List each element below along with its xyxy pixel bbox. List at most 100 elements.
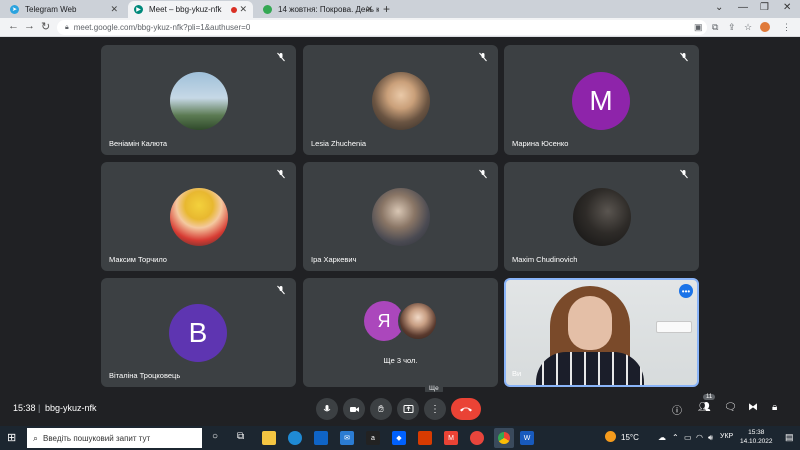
reload-icon[interactable]: ↻ [41,20,50,33]
participant-name: Maxim Chudinovich [512,255,578,264]
language-indicator[interactable]: УКР [720,433,733,440]
close-tab-icon[interactable]: ✕ [365,4,373,15]
participant-tile[interactable]: M Марина Юсенко [504,45,699,155]
participant-tile[interactable]: Lesia Zhuchenia [303,45,498,155]
meeting-time: 15:38 [13,403,36,413]
camera-button[interactable] [343,398,365,420]
amazon-icon[interactable]: a [366,431,380,445]
store-icon[interactable] [314,431,328,445]
browser-toolbar: ← → ↻ 🔒︎ meet.google.com/bbg-ykuz-nfk?pl… [0,18,800,37]
mic-off-icon [680,52,688,62]
forward-icon[interactable]: → [24,20,35,32]
system-clock[interactable]: 15:38 14.10.2022 [740,428,773,446]
avatar: M [572,72,630,130]
tab-title: Meet – bbg-ykuz-nfk [149,5,222,14]
activities-icon[interactable]: ⧓ [748,402,758,413]
cortana-icon[interactable]: ○ [212,431,218,442]
participant-tile[interactable]: Веніамін Калюта [101,45,296,155]
tab-title: 14 жовтня: Покрова. День коза [278,5,379,14]
people-icon[interactable]: 👥︎ [698,402,711,413]
chat-icon[interactable]: 🗨︎ [724,402,737,413]
self-face [568,296,612,350]
menu-dots-icon[interactable]: ⋮ [782,22,791,33]
close-window-icon[interactable]: ✕ [783,2,791,13]
minimize-icon[interactable]: — [738,2,748,13]
tab-calendar[interactable]: 14 жовтня: Покрова. День коза ✕ [257,1,379,18]
volume-icon[interactable]: 🔊︎ [708,433,713,443]
windows-start-icon[interactable]: ⊞ [7,431,16,444]
wifi-icon[interactable]: ◠ [696,433,703,442]
mic-off-icon [479,169,487,179]
taskbar-search-box[interactable]: ⌕ Введіть пошуковий запит тут [27,428,202,448]
translate-icon[interactable]: ⧉ [712,22,718,33]
participant-tile[interactable]: Іра Харкевич [303,162,498,271]
clock-date: 14.10.2022 [740,438,773,445]
file-explorer-icon[interactable] [262,431,276,445]
participant-tile[interactable]: Maxim Chudinovich [504,162,699,271]
new-tab-icon[interactable]: + [383,2,390,16]
more-options-button[interactable]: ⋮ [424,398,446,420]
more-options-icon[interactable]: ••• [679,284,693,298]
tab-search-icon[interactable]: ⌄ [715,2,723,13]
present-button[interactable] [397,398,419,420]
search-icon: ⌕ [33,432,39,443]
maximize-icon[interactable]: ❐ [760,2,769,13]
microphone-button[interactable] [316,398,338,420]
task-view-icon[interactable]: ⧉ [237,431,244,442]
info-icon[interactable]: ⓘ [672,402,682,417]
telegram-icon: ➤ [10,5,19,14]
back-icon[interactable]: ← [8,20,19,32]
close-tab-icon[interactable]: ✕ [110,4,118,15]
clock-time: 15:38 [748,429,765,436]
participant-name: Веніамін Калюта [109,139,168,148]
tab-meet[interactable]: ▶ Meet – bbg-ykuz-nfk ✕ [128,1,253,18]
camera-icon [349,407,359,412]
meet-icon: ▶ [134,5,143,14]
share-icon[interactable]: ⇪ [728,22,736,33]
office-icon[interactable] [418,431,432,445]
address-bar[interactable]: 🔒︎ meet.google.com/bbg-ykuz-nfk?pli=1&au… [57,20,707,35]
more-participants-tile[interactable]: Я Ще 3 чол. [303,278,498,387]
edge-icon[interactable] [288,431,302,445]
word-icon[interactable]: W [520,431,534,445]
meeting-code: bbg-ykuz-nfk [45,403,97,413]
tray-expand-icon[interactable]: ⌃ [672,433,679,442]
participant-name: Максим Торчило [109,255,167,264]
hand-icon: ✋︎ [378,403,384,415]
mic-off-icon [479,52,487,62]
hang-up-icon [460,407,472,412]
participant-tile[interactable]: B Віталіна Троцковець [101,278,296,387]
gmail-icon[interactable]: M [444,431,458,445]
cloud-icon[interactable]: ☁ [658,433,666,442]
mic-off-icon [277,285,285,295]
chrome-active-icon[interactable] [494,428,514,448]
network-icon[interactable]: ▭ [684,433,692,442]
self-video-tile[interactable]: ••• Ви [504,278,699,387]
bookmark-star-icon[interactable]: ☆ [744,22,752,33]
avatar [372,72,430,130]
profile-avatar[interactable] [760,22,770,32]
raise-hand-button[interactable]: ✋︎ [370,398,392,420]
mic-off-icon [277,52,285,62]
camera-icon[interactable]: ▣ [694,22,703,33]
separator: | [38,403,41,413]
avatar [398,301,438,341]
mic-off-icon [277,169,285,179]
leave-call-button[interactable] [451,398,481,420]
participant-name: Lesia Zhuchenia [311,139,367,148]
mail-icon[interactable]: ✉ [340,431,354,445]
participant-name: Марина Юсенко [512,139,569,148]
participant-name: Віталіна Троцковець [109,371,181,380]
tab-telegram[interactable]: ➤ Telegram Web ✕ [4,1,124,18]
notifications-icon[interactable]: ▤ [785,432,794,443]
browser-tab-strip: ➤ Telegram Web ✕ ▶ Meet – bbg-ykuz-nfk ✕… [0,0,800,18]
avatar: B [169,304,227,362]
dropbox-icon[interactable]: ◆ [392,431,406,445]
game-icon[interactable] [470,431,484,445]
host-controls-icon[interactable]: 🔒︎ [772,402,777,413]
participant-tile[interactable]: Максим Торчило [101,162,296,271]
weather-sun-icon[interactable] [605,431,616,442]
wall-socket [656,321,692,333]
self-sweater [536,352,644,385]
close-tab-icon[interactable]: ✕ [239,4,247,15]
